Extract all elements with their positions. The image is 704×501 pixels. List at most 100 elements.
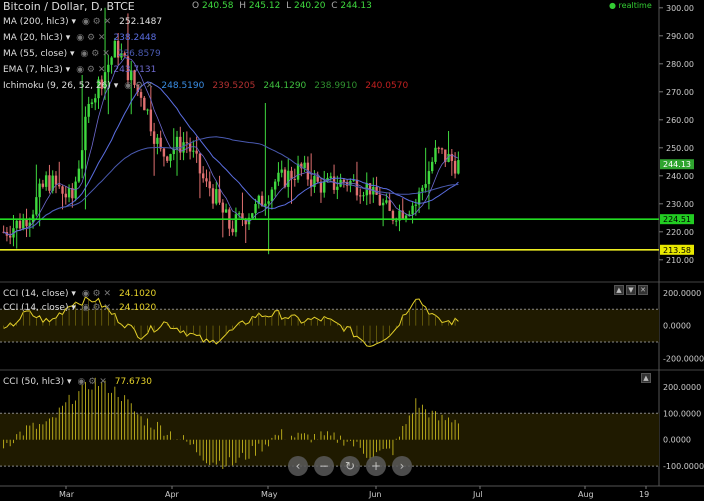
study-settings-icon[interactable]: ◉ ⚙ ✕ [82,303,111,313]
candle-body [267,201,270,204]
scroll-left-button[interactable]: ‹ [288,456,308,476]
candle-body [22,219,25,229]
candle-body [208,181,211,189]
study-name[interactable]: EMA (7, hlc3) ▾ [3,65,70,75]
time-tick-label: Mar [59,490,75,499]
candle-body [287,170,290,187]
candle-body [205,178,208,182]
chart-navigation: ‹ − ↻ + › [288,456,412,476]
scroll-right-button[interactable]: › [392,456,412,476]
candle-body [169,154,172,161]
time-tick-label: Jun [368,490,382,499]
price-tick-label: 270.00 [666,88,694,97]
price-tick-label: 230.00 [666,200,694,209]
candle-body [385,200,388,203]
candle-body [273,181,277,190]
candle-body [319,181,323,193]
move-down-icon[interactable]: ▼ [626,285,636,295]
candle-body [453,160,457,174]
candle-body [231,228,234,233]
candle-body [149,109,153,132]
candle-body [270,189,274,202]
study-value: 236.8579 [117,49,161,59]
study-name[interactable]: CCI (50, hlc3) ▾ [3,377,72,387]
candle-body [277,172,280,182]
study-legend-row[interactable]: MA (200, hlc3) ▾ ◉ ⚙ ✕ 252.1487 [3,16,162,28]
candle-body [437,147,440,149]
study-legend-row[interactable]: CCI (14, close) ▾ ◉ ⚙ ✕ 24.1020 [3,288,156,300]
cci-tick-label: 0.0000 [663,436,691,445]
study-name[interactable]: Ichimoku (9, 26, 52, 26) ▾ [3,81,118,91]
candle-body [64,193,67,198]
candle-body [290,170,293,179]
candle-body [41,183,45,187]
ohlc-readout: O 240.58 H 245.12 L 240.20 C 244.13 [192,1,375,11]
candle-body [8,235,12,238]
study-legend-row[interactable]: CCI (14, close) ▾ ◉ ⚙ ✕ 24.1020 [3,302,156,314]
study-legend-row[interactable]: CCI (50, hlc3) ▾ ◉ ⚙ ✕ 77.6730 [3,376,152,388]
candle-body [201,173,205,179]
study-settings-icon[interactable]: ◉ ⚙ ✕ [81,49,110,59]
candle-body [25,219,28,227]
move-up-icon[interactable]: ▲ [641,373,651,383]
zoom-in-button[interactable]: + [366,456,386,476]
candle-body [362,195,365,197]
cci-tick-label: 0.0000 [663,322,691,331]
reset-chart-button[interactable]: ↻ [340,456,360,476]
candle-body [182,142,185,153]
candle-body [211,188,215,204]
study-value: 252.1487 [119,17,163,27]
study-legend-row[interactable]: MA (20, hlc3) ▾ ◉ ⚙ ✕ 238.2448 [3,32,156,44]
study-value: 248.5190 [161,81,205,91]
study-settings-icon[interactable]: ◉ ⚙ ✕ [124,81,153,91]
study-settings-icon[interactable]: ◉ ⚙ ✕ [82,289,111,299]
candle-body [381,202,385,206]
price-tick-label: 300.00 [666,4,694,13]
ohlc-l: L 240.20 [286,1,326,11]
candle-body [156,137,159,144]
price-tick-label: 250.00 [666,144,694,153]
cci-band [0,309,659,343]
candle-body [359,195,362,197]
study-settings-icon[interactable]: ◉ ⚙ ✕ [76,65,105,75]
candle-body [58,184,61,187]
candle-body [166,156,169,161]
candle-body [15,220,18,229]
zoom-out-button[interactable]: − [314,456,334,476]
study-name[interactable]: MA (20, hlc3) ▾ [3,33,70,43]
price-tick-label: 260.00 [666,116,694,125]
study-value: 238.2448 [113,33,157,43]
study-value: 239.5205 [212,81,256,91]
candle-body [395,220,398,222]
close-icon[interactable]: ✕ [638,285,648,295]
study-legend-row[interactable]: Ichimoku (9, 26, 52, 26) ▾ ◉ ⚙ ✕ 248.5190 2… [3,80,408,92]
study-value: 240.0570 [365,81,409,91]
ohlc-h: H 245.12 [239,1,281,11]
study-name[interactable]: MA (55, close) ▾ [3,49,75,59]
move-up-icon[interactable]: ▲ [614,285,624,295]
study-legend-row[interactable]: EMA (7, hlc3) ▾ ◉ ⚙ ✕ 243.7131 [3,64,156,76]
time-tick-label: May [261,490,278,499]
pane3-controls: ▲ [641,373,651,383]
price-tag-label: 244.13 [663,160,691,169]
cci-tick-label: 100.0000 [663,409,701,418]
study-settings-icon[interactable]: ◉ ⚙ ✕ [78,377,107,387]
study-settings-icon[interactable]: ◉ ⚙ ✕ [76,33,105,43]
candle-body [67,188,71,198]
candle-body [457,160,460,174]
cci-tick-label: 200.0000 [663,289,701,298]
study-name[interactable]: CCI (14, close) ▾ [3,303,76,313]
candle-body [90,102,94,104]
candle-body [434,147,437,162]
study-name[interactable]: CCI (14, close) ▾ [3,289,76,299]
study-name[interactable]: MA (200, hlc3) ▾ [3,17,76,27]
candle-body [264,203,267,207]
candle-body [234,214,238,233]
study-legend-row[interactable]: MA (55, close) ▾ ◉ ⚙ ✕ 236.8579 [3,48,161,60]
study-value: 24.1020 [119,289,157,299]
price-tick-label: 210.00 [666,256,694,265]
candle-body [80,150,84,169]
study-settings-icon[interactable]: ◉ ⚙ ✕ [82,17,111,27]
candle-body [378,194,382,206]
candle-body [430,161,434,172]
